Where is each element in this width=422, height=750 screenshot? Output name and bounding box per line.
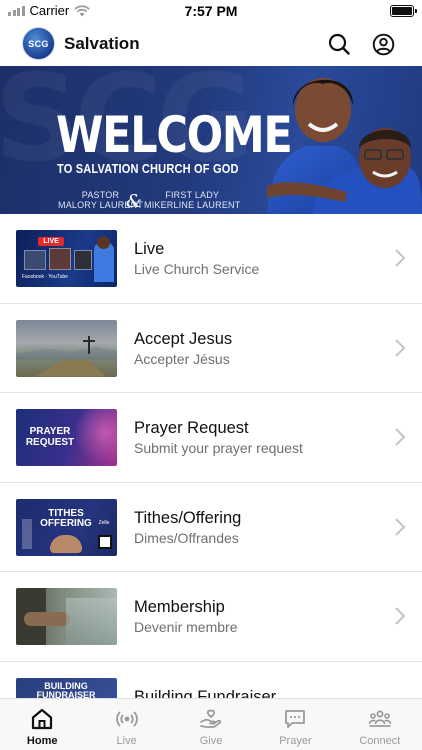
item-subtitle: Devenir membre [134,619,238,635]
app-title: Salvation [64,34,140,53]
menu-list: LIVE Facebook · YouTube Live Live Church… [0,214,422,750]
list-item-tithes-offering[interactable]: TITHES OFFERING Zelle Tithes/Offering Di… [0,483,422,572]
item-subtitle: Submit your prayer request [134,440,303,456]
chevron-right-icon [395,428,406,446]
tithes-banner-text: TITHES OFFERING [40,507,92,529]
zelle-label: Zelle [98,519,110,526]
first-lady-credit: FIRST LADY MIKERLINE LAURENT [144,190,240,210]
home-icon [32,708,53,730]
live-platforms: Facebook · YouTube [22,274,68,280]
tab-give[interactable]: Give [169,699,253,750]
tab-live[interactable]: Live [84,699,168,750]
prayer-request-thumbnail: PRAYER REQUEST [16,409,117,466]
list-item-accept-jesus[interactable]: Accept Jesus Accepter Jésus [0,304,422,393]
tab-prayer[interactable]: Prayer [253,699,337,750]
church-logo: SCG [22,27,55,60]
item-title: Live [134,240,165,258]
tab-label: Live [116,735,137,747]
search-button[interactable] [326,31,352,57]
item-title: Accept Jesus [134,329,233,348]
people-group-icon [368,710,392,727]
item-subtitle: Live Church Service [134,261,260,277]
list-item-live[interactable]: LIVE Facebook · YouTube Live Live Church… [0,214,422,304]
tab-label: Prayer [279,735,312,747]
give-hand-heart-icon [200,709,222,728]
first-lady-name: MIKERLINE LAURENT [144,200,241,210]
account-button[interactable] [370,31,396,57]
user-circle-icon [372,33,394,55]
broadcast-icon [115,711,138,727]
membership-thumbnail [16,588,117,645]
tab-label: Give [199,735,223,747]
item-subtitle: Accepter Jésus [134,350,230,367]
chevron-right-icon [395,338,406,357]
pastors-photo [267,78,422,214]
hero-subtitle: TO SALVATION CHURCH OF GOD [57,161,239,176]
battery-icon [390,5,417,17]
tab-home[interactable]: Home [0,699,84,750]
chevron-right-icon [395,249,406,267]
hero-ampersand: & [126,191,143,212]
bottom-tab-bar: Home Live Give Prayer Connect [0,698,422,750]
chevron-right-icon [395,517,406,536]
list-item-membership[interactable]: Membership Devenir membre [0,572,422,662]
tithes-offering-thumbnail: TITHES OFFERING Zelle [16,498,117,556]
live-thumbnail: LIVE Facebook · YouTube [16,230,117,287]
chat-bubble-icon [285,710,306,728]
tab-label: Connect [359,735,401,747]
item-subtitle: Dimes/Offrandes [134,529,239,546]
item-title: Membership [134,598,225,616]
status-time: 7:57 PM [184,3,238,19]
live-badge: LIVE [43,238,59,245]
search-icon [328,33,350,55]
prayer-request-banner-text: PRAYER REQUEST [25,426,75,448]
item-title: Tithes/Offering [134,508,242,527]
tab-label: Home [26,735,58,747]
item-title: Prayer Request [134,419,249,437]
first-lady-role: FIRST LADY [165,190,220,200]
welcome-banner[interactable]: SCG WELCOME TO SALVATION CHURCH OF GOD P… [0,66,422,214]
app-header: SCG Salvation [0,22,422,66]
accept-jesus-thumbnail [16,319,117,377]
chevron-right-icon [395,607,406,625]
list-item-prayer-request[interactable]: PRAYER REQUEST Prayer Request Submit you… [0,393,422,483]
status-bar: Carrier 7:57 PM [0,0,422,22]
tab-connect[interactable]: Connect [338,699,422,750]
